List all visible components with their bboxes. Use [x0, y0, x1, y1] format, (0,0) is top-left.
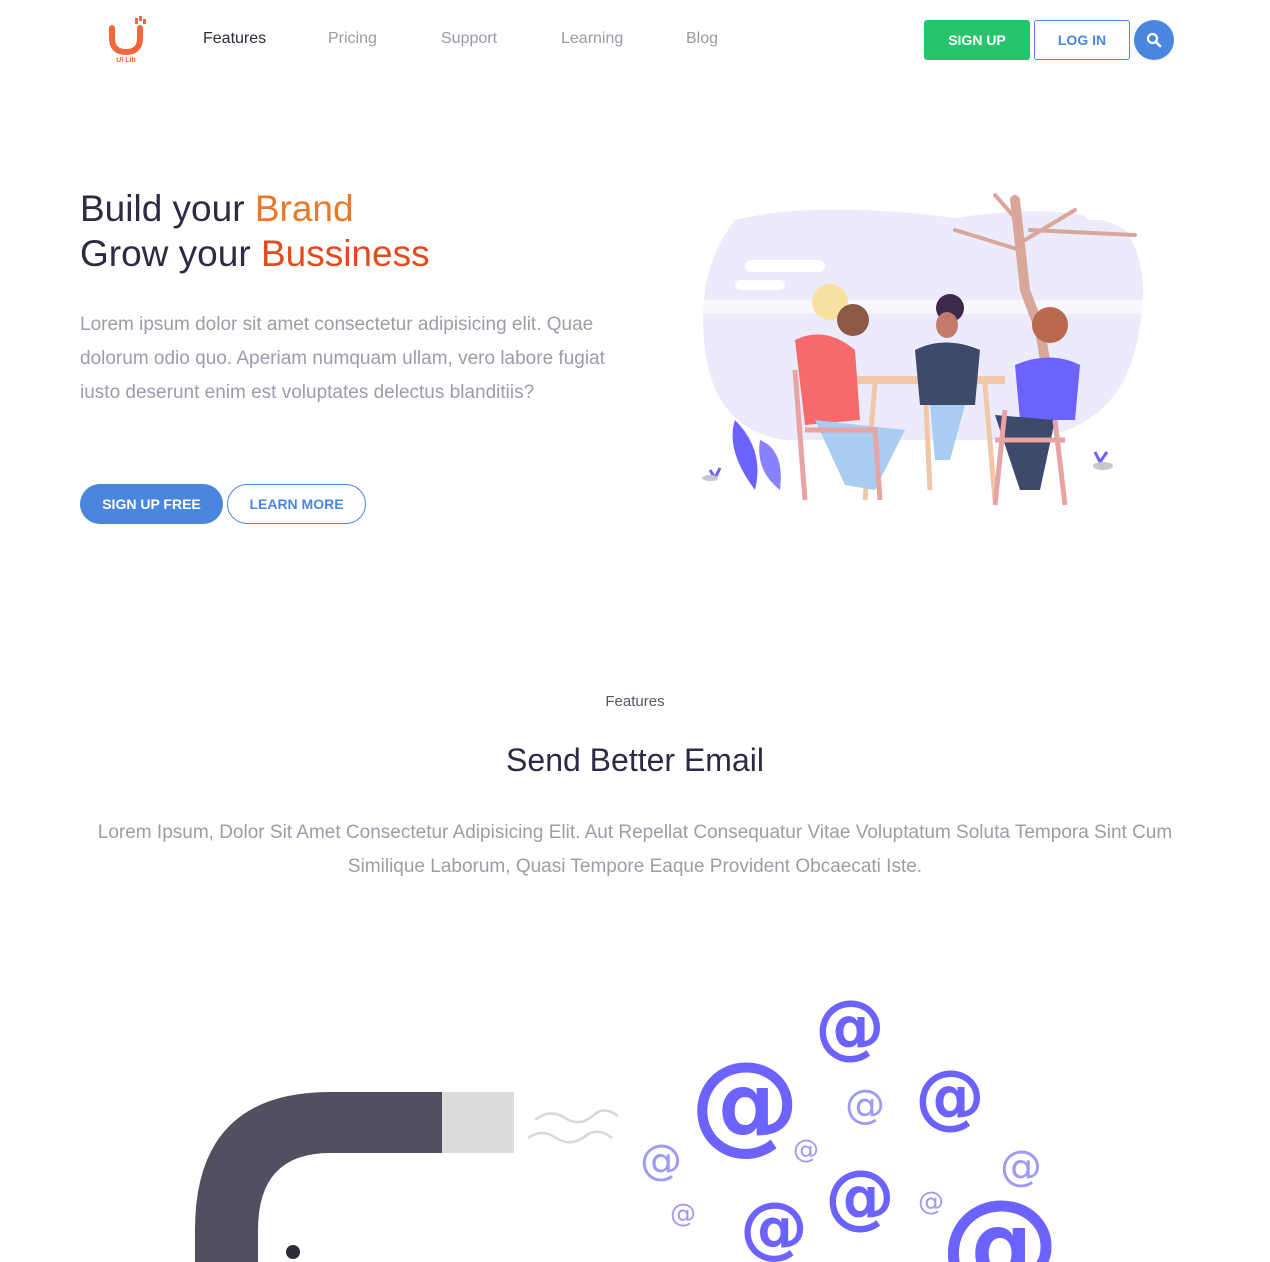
hero-title-line2-prefix: Grow your — [80, 233, 261, 274]
hero-title-line1-accent: Brand — [254, 188, 354, 229]
svg-text:@: @ — [825, 1155, 895, 1237]
nav-link-features[interactable]: Features — [203, 30, 266, 48]
svg-text:@: @ — [815, 990, 885, 1067]
email-magnet-illustration: @ @ @ @ @ @ @ @ @ @ @ @ — [195, 990, 1060, 1262]
svg-text:@: @ — [640, 1135, 682, 1184]
features-description: Lorem Ipsum, Dolor Sit Amet Consectetur … — [97, 822, 1173, 877]
hero-description: Lorem ipsum dolor sit amet consectetur a… — [80, 314, 605, 403]
svg-text:@: @ — [740, 1188, 808, 1262]
signup-button[interactable]: SIGN UP — [924, 20, 1030, 60]
hero-illustration — [695, 193, 1155, 506]
hero-title: Build your Brand Grow your Bussiness — [80, 186, 430, 276]
svg-text:@: @ — [793, 1135, 819, 1165]
nav-link-blog[interactable]: Blog — [686, 30, 718, 48]
top-navbar: UI Lib Features Pricing Support Learning… — [0, 0, 1270, 80]
features-title: Send Better Email — [506, 742, 764, 778]
logo-u-icon — [109, 16, 146, 56]
svg-text:@: @ — [918, 1187, 944, 1217]
svg-text:@: @ — [1000, 1141, 1042, 1190]
login-button[interactable]: LOG IN — [1034, 20, 1130, 60]
search-button[interactable] — [1134, 20, 1174, 60]
brand-name: UI Lib — [116, 57, 136, 64]
nav-link-learning[interactable]: Learning — [561, 30, 623, 48]
svg-text:@: @ — [845, 1082, 885, 1128]
nav-link-support[interactable]: Support — [441, 30, 497, 48]
signup-free-button[interactable]: SIGN UP FREE — [80, 484, 223, 524]
svg-text:@: @ — [670, 1199, 696, 1229]
nav-link-pricing[interactable]: Pricing — [328, 30, 377, 48]
brand-logo[interactable]: UI Lib — [108, 16, 148, 68]
hero-title-line2-accent: Bussiness — [260, 233, 430, 274]
hero-title-line1-prefix: Build your — [80, 188, 255, 229]
features-eyebrow: Features — [605, 693, 665, 710]
svg-text:@: @ — [915, 1055, 985, 1137]
search-icon — [1146, 32, 1162, 48]
svg-text:@: @ — [690, 1038, 800, 1166]
learn-more-button[interactable]: LEARN MORE — [227, 484, 366, 524]
